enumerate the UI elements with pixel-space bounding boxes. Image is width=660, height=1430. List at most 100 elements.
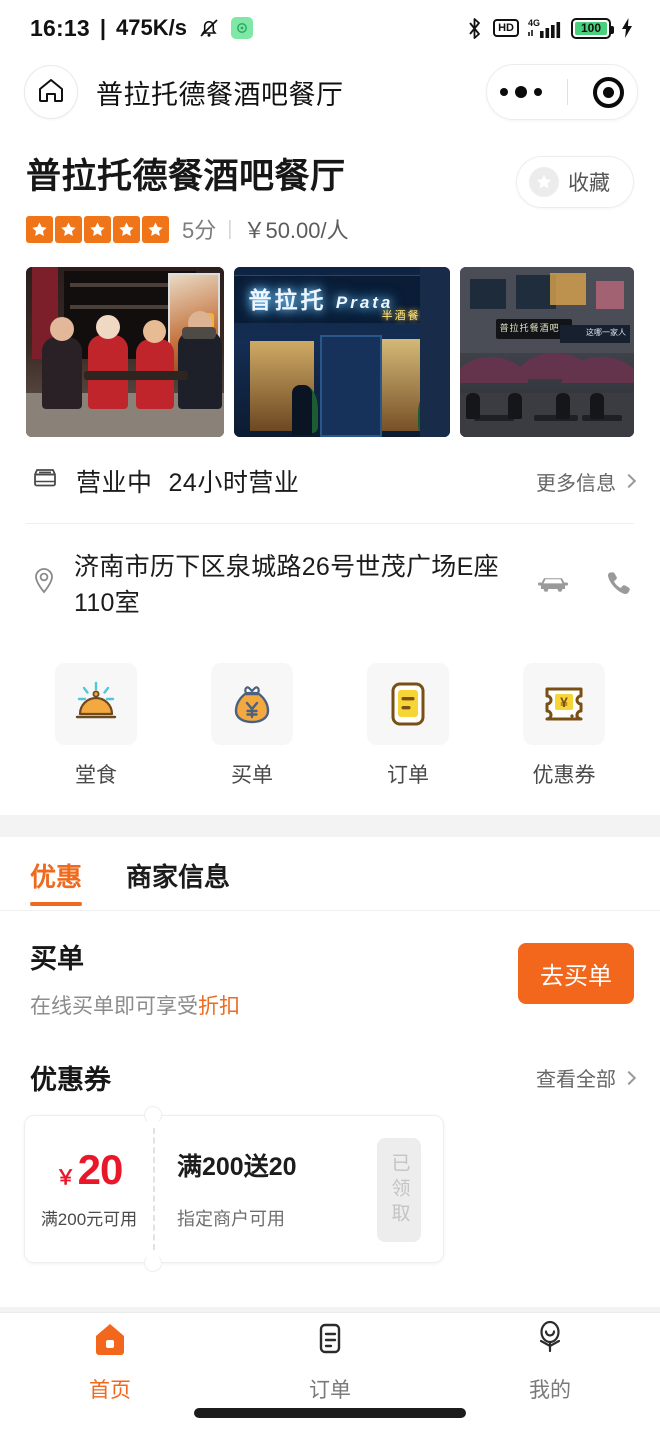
coupon-amount: ￥ 20 [56, 1145, 124, 1193]
favorite-label: 收藏 [568, 172, 610, 195]
view-all-coupons-link[interactable]: 查看全部 [536, 1063, 637, 1092]
order-card-icon [367, 663, 449, 745]
coupon-section-header: 优惠券 查看全部 [0, 1030, 660, 1097]
coupon-claimed-label: 已领取 [388, 1152, 410, 1228]
star-rating [26, 215, 169, 243]
business-status: 营业中 [76, 469, 153, 497]
document-icon [310, 1319, 350, 1364]
store-icon [30, 464, 60, 499]
service-label: 买单 [231, 764, 273, 787]
target-circle-icon[interactable] [593, 76, 625, 108]
pay-section-desc: 在线买单即可享受折扣 [30, 990, 240, 1020]
dine-in-dome-icon [55, 663, 137, 745]
business-hours: 24小时营业 [168, 469, 300, 497]
chevron-right-icon [621, 473, 637, 489]
coupon-list: ￥ 20 满200元可用 满200送20 指定商户可用 已领取 [0, 1097, 660, 1272]
app-screen: 16:13 | 475K/s HD 4G 100 普拉托德餐酒吧餐厅 普拉托德餐… [0, 0, 660, 1430]
pay-desc-highlight: 折扣 [198, 995, 240, 1018]
battery-level: 100 [580, 21, 602, 35]
view-all-label: 查看全部 [536, 1069, 616, 1091]
photo-street-umbrellas[interactable]: 普拉托餐酒吧 这哪一家人 [459, 267, 634, 437]
star-icon [84, 215, 111, 243]
star-icon [142, 215, 169, 243]
more-info-link[interactable]: 更多信息 [536, 467, 637, 496]
chevron-right-icon [621, 1070, 637, 1085]
service-grid: 堂食 买单 订单 ¥ 优惠券 [0, 645, 660, 815]
home-filled-icon [89, 1319, 131, 1364]
coupon-condition: 满200元可用 [40, 1209, 138, 1229]
service-item-pay[interactable]: 买单 [174, 663, 330, 789]
location-pin-icon [30, 550, 58, 601]
star-icon [113, 215, 140, 243]
bell-muted-icon [197, 16, 221, 40]
service-label: 堂食 [75, 764, 117, 787]
coupon-value-area: ￥ 20 满200元可用 [25, 1116, 153, 1262]
shop-header: 普拉托德餐酒吧餐厅 5分 | ￥50.00/人 收藏 [0, 128, 660, 245]
screen-recorder-icon [230, 17, 253, 39]
bluetooth-icon [465, 17, 484, 40]
service-item-orders[interactable]: 订单 [330, 663, 486, 789]
more-dots-icon[interactable] [499, 86, 542, 98]
capsule-divider [566, 79, 568, 105]
photo-storefront-night[interactable]: 普拉托 Prata 半酒餐吧 [234, 267, 450, 437]
photo-gallery: 普拉托 Prata 半酒餐吧 普拉托餐酒吧 这哪一家人 [0, 245, 660, 437]
coupon-card[interactable]: ￥ 20 满200元可用 满200送20 指定商户可用 已领取 [24, 1106, 444, 1272]
bottom-nav-item-home[interactable]: 首页 [0, 1313, 220, 1430]
tab-merchant-info[interactable]: 商家信息 [126, 857, 230, 910]
tab-promotions[interactable]: 优惠 [30, 857, 83, 910]
go-pay-button[interactable]: 去买单 [518, 943, 634, 1004]
home-indicator [194, 1408, 466, 1418]
home-button[interactable] [24, 65, 78, 119]
address-row[interactable]: 济南市历下区泉城路26号世茂广场E座110室 [0, 524, 660, 645]
status-bar-right: HD 4G 100 [465, 17, 634, 40]
status-bar-left: 16:13 | 475K/s [30, 15, 253, 42]
phone-icon[interactable] [602, 568, 634, 605]
status-bar: 16:13 | 475K/s HD 4G 100 [0, 0, 660, 56]
battery-indicator: 100 [571, 17, 614, 39]
favorite-button[interactable]: 收藏 [516, 156, 634, 208]
star-icon [55, 215, 82, 243]
coupon-claimed-badge: 已领取 [377, 1138, 421, 1242]
rating-row: 5分 | ￥50.00/人 [26, 213, 634, 245]
svg-text:¥: ¥ [560, 694, 568, 710]
address-actions [534, 550, 634, 605]
bottom-nav-item-profile[interactable]: 我的 [440, 1313, 660, 1430]
pay-desc-prefix: 在线买单即可享受 [30, 995, 198, 1018]
service-item-dine-in[interactable]: 堂食 [18, 663, 174, 789]
status-time: 16:13 [30, 14, 90, 41]
pay-section-title: 买单 [30, 944, 84, 974]
pay-section: 买单 在线买单即可享受折扣 去买单 [0, 911, 660, 1030]
bottom-nav-label: 我的 [529, 1379, 571, 1402]
coupon-section-title: 优惠券 [30, 1065, 111, 1095]
photo-terrace-guests[interactable] [26, 267, 225, 437]
service-label: 优惠券 [532, 764, 596, 787]
nav-bar: 普拉托德餐酒吧餐厅 [0, 56, 660, 128]
service-label: 订单 [387, 764, 429, 787]
svg-text:4G: 4G [528, 18, 540, 28]
mini-program-capsule [486, 64, 638, 120]
service-item-coupon[interactable]: ¥ 优惠券 [486, 663, 642, 789]
bottom-nav-label: 订单 [309, 1379, 351, 1402]
bottom-nav-label: 首页 [89, 1379, 131, 1402]
pay-section-text: 买单 在线买单即可享受折扣 [30, 937, 240, 1020]
star-icon [529, 167, 559, 197]
status-separator: | [99, 15, 106, 40]
coupon-amount-value: 20 [77, 1145, 124, 1193]
more-info-label: 更多信息 [536, 472, 616, 495]
business-hours-row[interactable]: 营业中 24小时营业 更多信息 [0, 437, 660, 523]
hd-badge: HD [493, 19, 519, 37]
coupon-detail-area: 满200送20 指定商户可用 已领取 [153, 1116, 443, 1262]
rating-score: 5分 [182, 218, 217, 243]
rating-divider: | [227, 217, 233, 240]
star-icon [26, 215, 53, 243]
address-text: 济南市历下区泉城路26号世茂广场E座110室 [74, 553, 499, 617]
signal-icon: 4G [528, 17, 562, 40]
section-gap [0, 815, 660, 837]
car-icon[interactable] [534, 569, 572, 604]
page-title: 普拉托德餐酒吧餐厅 [96, 79, 344, 110]
home-icon [36, 75, 66, 110]
network-speed: 475K/s [115, 15, 187, 40]
coupon-ticket-icon: ¥ [523, 663, 605, 745]
lightning-icon [620, 17, 634, 39]
money-bag-icon [211, 663, 293, 745]
